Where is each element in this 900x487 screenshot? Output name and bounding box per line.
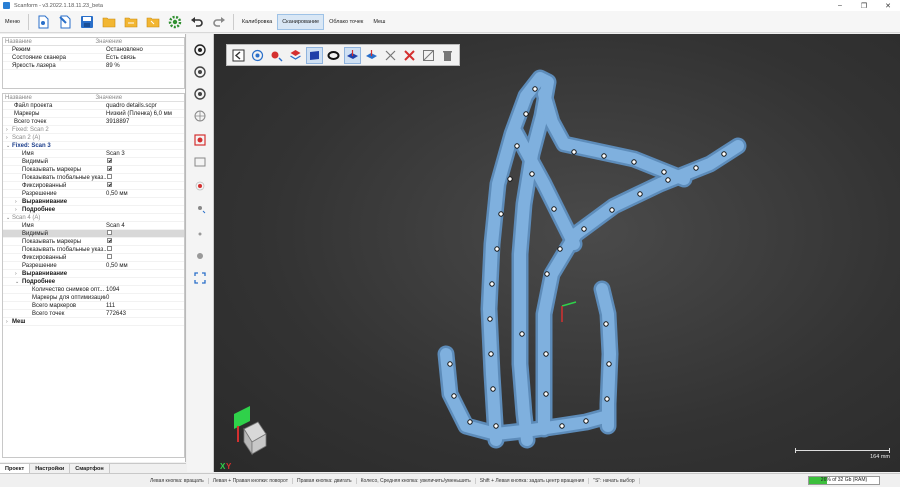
column-header-name: Название xyxy=(5,39,32,45)
hint-wheel: Колесо, Средняя кнопка: увеличить/уменьш… xyxy=(357,477,476,484)
title-bar: Scanform - v3.2022.1.18.11.23_beta – ❐ ✕ xyxy=(0,0,900,11)
expand-arrow-icon[interactable]: › xyxy=(6,126,8,134)
visible-checkbox[interactable] xyxy=(107,157,112,163)
redo-icon[interactable] xyxy=(211,14,227,30)
show-markers-checkbox[interactable] xyxy=(107,165,112,171)
show-global-markers-checkbox[interactable] xyxy=(107,245,112,251)
fit-view-icon[interactable] xyxy=(193,271,207,285)
tab-project[interactable]: Проект xyxy=(0,464,31,473)
axis-label-x: X xyxy=(220,462,226,471)
scale-bar-label: 164 mm xyxy=(870,454,890,460)
tab-settings[interactable]: Настройки xyxy=(30,464,71,473)
collapse-arrow-icon[interactable]: ⌄ xyxy=(6,214,10,222)
scale-bar-line xyxy=(795,448,890,453)
camera-target-icon[interactable] xyxy=(193,43,207,57)
marker-red-icon[interactable] xyxy=(193,179,207,193)
settings-gear-icon[interactable] xyxy=(167,14,183,30)
minimize-icon[interactable]: – xyxy=(828,0,852,11)
column-header-name: Название xyxy=(5,95,32,101)
frame-icon[interactable] xyxy=(193,155,207,169)
collapse-arrow-icon[interactable]: ⌄ xyxy=(6,142,10,150)
table-row[interactable]: Яркость лазера 89 % xyxy=(3,62,184,70)
expand-arrow-icon[interactable]: › xyxy=(15,198,17,206)
show-global-markers-checkbox[interactable] xyxy=(107,173,112,179)
globe-icon[interactable] xyxy=(193,109,207,123)
tab-mesh[interactable]: Меш xyxy=(368,14,390,30)
open-folder-2-icon[interactable] xyxy=(123,14,139,30)
mesh-group[interactable]: › Меш xyxy=(3,318,184,326)
column-header-value: Значение xyxy=(95,39,123,45)
camera-target-2-icon[interactable] xyxy=(193,65,207,79)
project-panel: Название Значение Режим Остановлено Состоя… xyxy=(0,34,186,462)
column-header-value: Значение xyxy=(95,95,123,101)
main-toolbar: Меню Калибровка Сканирование Облако точе… xyxy=(0,11,900,33)
visible-checkbox[interactable] xyxy=(107,229,112,235)
hint-left-button: Левая кнопка: вращать xyxy=(0,477,209,484)
tab-calibration[interactable]: Калибровка xyxy=(237,14,277,30)
device-properties-table: Название Значение Режим Остановлено Состоя… xyxy=(2,37,185,89)
expand-arrow-icon[interactable]: › xyxy=(15,270,17,278)
expand-arrow-icon[interactable]: › xyxy=(6,318,8,326)
toolbar-separator xyxy=(232,13,234,30)
window-title: Scanform - v3.2022.1.18.11.23_beta xyxy=(14,2,103,9)
fixed-checkbox[interactable] xyxy=(107,181,112,187)
open-folder-icon[interactable] xyxy=(101,14,117,30)
close-icon[interactable]: ✕ xyxy=(876,0,900,11)
ram-usage-bar: 26% of 32 Gb (RAM) xyxy=(808,476,880,485)
hint-shift-left: Shift + Левая кнопка: задать центр враще… xyxy=(476,477,590,484)
collapse-arrow-icon[interactable]: ⌄ xyxy=(15,278,19,286)
tab-scanning[interactable]: Сканирование xyxy=(277,13,325,30)
expand-arrow-icon[interactable]: › xyxy=(6,134,8,142)
marker-add-icon[interactable] xyxy=(193,201,207,215)
axis-label-y: Y xyxy=(226,462,232,471)
sphere-icon[interactable] xyxy=(193,249,207,263)
point-icon[interactable] xyxy=(193,227,207,241)
toolbar-separator xyxy=(27,13,29,30)
orientation-cube-icon[interactable] xyxy=(234,406,267,456)
undo-icon[interactable] xyxy=(189,14,205,30)
scale-bar: 164 mm xyxy=(795,448,890,460)
ram-usage-label: 26% of 32 Gb (RAM) xyxy=(820,477,868,483)
select-region-icon[interactable] xyxy=(193,133,207,147)
app-logo-icon xyxy=(3,2,10,9)
tab-point-cloud[interactable]: Облако точек xyxy=(324,14,368,30)
hint-s-key: "S": начать выбор xyxy=(589,477,640,484)
save-icon[interactable] xyxy=(79,14,95,30)
panel-tabs: Проект Настройки Смартфон xyxy=(0,463,186,473)
maximize-icon[interactable]: ❐ xyxy=(852,0,876,11)
fixed-checkbox[interactable] xyxy=(107,253,112,259)
new-project-icon[interactable] xyxy=(35,14,51,30)
show-markers-checkbox[interactable] xyxy=(107,237,112,243)
expand-arrow-icon[interactable]: › xyxy=(15,206,17,214)
local-axes-gizmo xyxy=(561,301,577,322)
hint-left-right-buttons: Левая + Правая кнопки: поворот xyxy=(209,477,294,484)
scan-model[interactable]: Y X xyxy=(214,34,900,472)
project-properties-table: Название Значение Файл проекта quadro deta… xyxy=(2,93,185,458)
menu-button[interactable]: Меню xyxy=(0,14,25,30)
hint-right-button: Правая кнопка: двигать xyxy=(293,477,357,484)
tab-smartphone[interactable]: Смартфон xyxy=(70,464,110,473)
camera-target-3-icon[interactable] xyxy=(193,87,207,101)
side-toolbar xyxy=(187,34,214,472)
import-icon[interactable] xyxy=(57,14,73,30)
open-folder-3-icon[interactable] xyxy=(145,14,161,30)
status-bar: Левая кнопка: вращать Левая + Правая кно… xyxy=(0,473,900,487)
3d-viewport[interactable]: Y X 164 mm xyxy=(214,34,900,472)
frame-tube xyxy=(440,72,744,446)
